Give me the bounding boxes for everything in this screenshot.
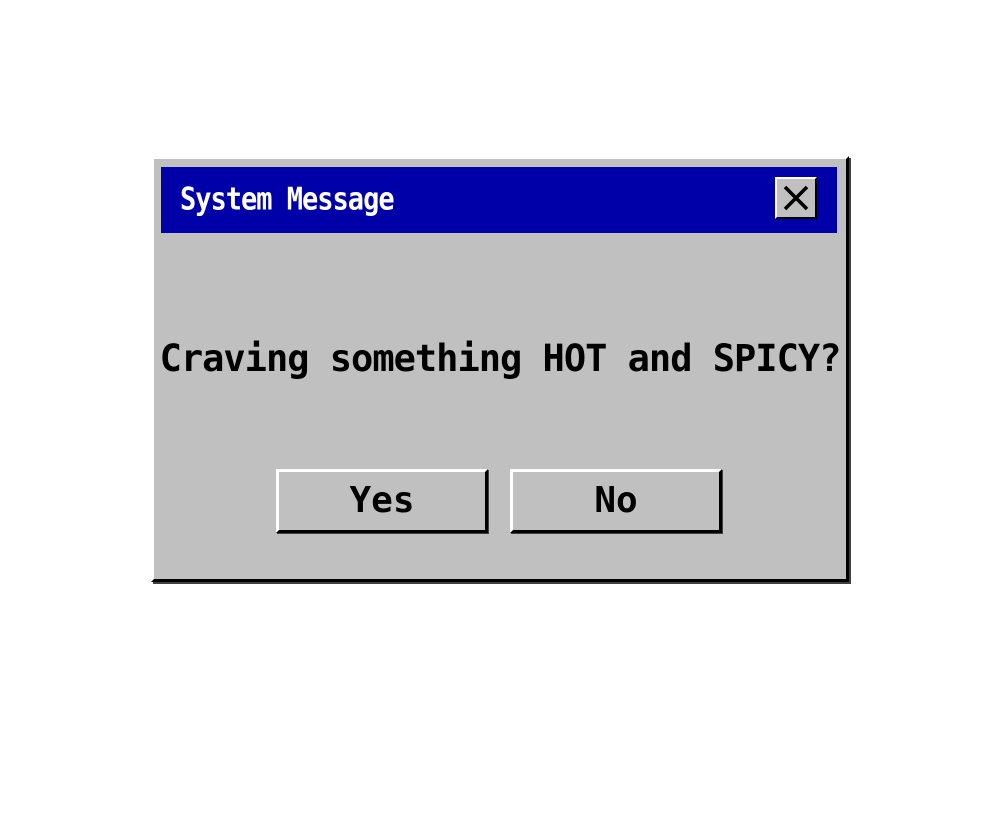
system-message-dialog: System Message Craving something HOT and…: [151, 156, 849, 582]
close-icon: [783, 185, 809, 211]
dialog-title: System Message: [180, 182, 395, 218]
close-button[interactable]: [775, 177, 817, 219]
dialog-titlebar[interactable]: System Message: [161, 167, 837, 233]
dialog-message: Craving something HOT and SPICY?: [159, 337, 842, 380]
no-button[interactable]: No: [510, 469, 722, 533]
yes-button[interactable]: Yes: [276, 469, 488, 533]
